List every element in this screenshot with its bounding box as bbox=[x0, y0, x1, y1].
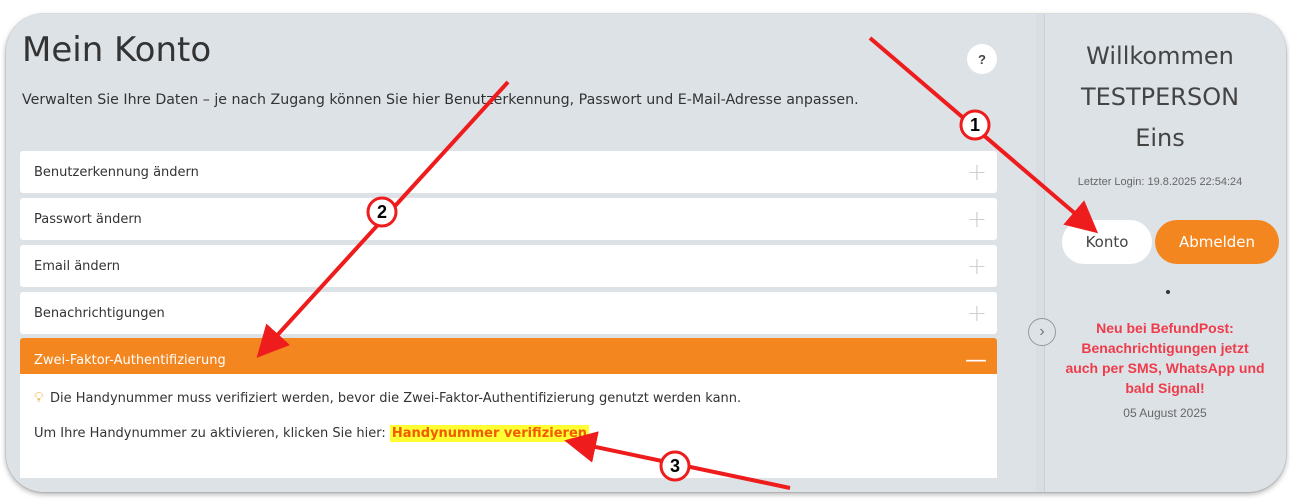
accordion-label: Passwort ändern bbox=[34, 211, 142, 227]
plus-icon: + bbox=[966, 252, 987, 280]
accordion-label: Zwei-Faktor-Authentifizierung bbox=[34, 352, 226, 368]
news-line: bald Signal! bbox=[1125, 380, 1205, 396]
konto-button[interactable]: Konto bbox=[1062, 220, 1152, 264]
accordion-notifications[interactable]: Benachrichtigungen + bbox=[20, 292, 997, 334]
verify-phone-link[interactable]: Handynummer verifizieren bbox=[389, 425, 590, 442]
accordion-password[interactable]: Passwort ändern + bbox=[20, 198, 997, 240]
page-description: Verwalten Sie Ihre Daten – je nach Zugan… bbox=[22, 92, 859, 108]
accordion-email[interactable]: Email ändern + bbox=[20, 245, 997, 287]
logout-button[interactable]: Abmelden bbox=[1155, 220, 1279, 264]
welcome-greeting: Willkommen bbox=[1086, 42, 1234, 70]
accordion-label: Email ändern bbox=[34, 258, 121, 274]
news-line: auch per SMS, WhatsApp und bbox=[1065, 360, 1265, 376]
plus-icon: + bbox=[966, 158, 987, 186]
news-line: Benachrichtigungen jetzt bbox=[1081, 340, 1249, 356]
accordion-label: Benachrichtigungen bbox=[34, 305, 165, 321]
welcome-text: Willkommen TESTPERSON Eins bbox=[1040, 36, 1280, 159]
plus-icon: + bbox=[966, 205, 987, 233]
accordion-username[interactable]: Benutzerkennung ändern + bbox=[20, 151, 997, 193]
news-headline[interactable]: Neu bei BefundPost: Benachrichtigungen j… bbox=[1045, 318, 1285, 398]
news-line: Neu bei BefundPost: bbox=[1096, 320, 1234, 336]
activate-text: Um Ihre Handynummer zu aktivieren, klick… bbox=[34, 426, 386, 441]
last-login: Letzter Login: 19.8.2025 22:54:24 bbox=[1077, 176, 1243, 188]
two-factor-content: 💡︎ Die Handynummer muss verifiziert werd… bbox=[20, 374, 997, 478]
user-name-last: Eins bbox=[1135, 124, 1185, 152]
plus-icon: + bbox=[966, 299, 987, 327]
help-button[interactable]: ? bbox=[967, 44, 997, 74]
lightbulb-icon: 💡︎ bbox=[34, 390, 44, 406]
accordion-label: Benutzerkennung ändern bbox=[34, 164, 199, 180]
separator-dot bbox=[1166, 290, 1170, 294]
page-title: Mein Konto bbox=[22, 30, 212, 70]
user-name-first: TESTPERSON bbox=[1080, 83, 1240, 111]
news-date: 05 August 2025 bbox=[1123, 406, 1207, 420]
minus-icon: — bbox=[965, 347, 987, 373]
twofa-notice: Die Handynummer muss verifiziert werden,… bbox=[49, 391, 742, 406]
